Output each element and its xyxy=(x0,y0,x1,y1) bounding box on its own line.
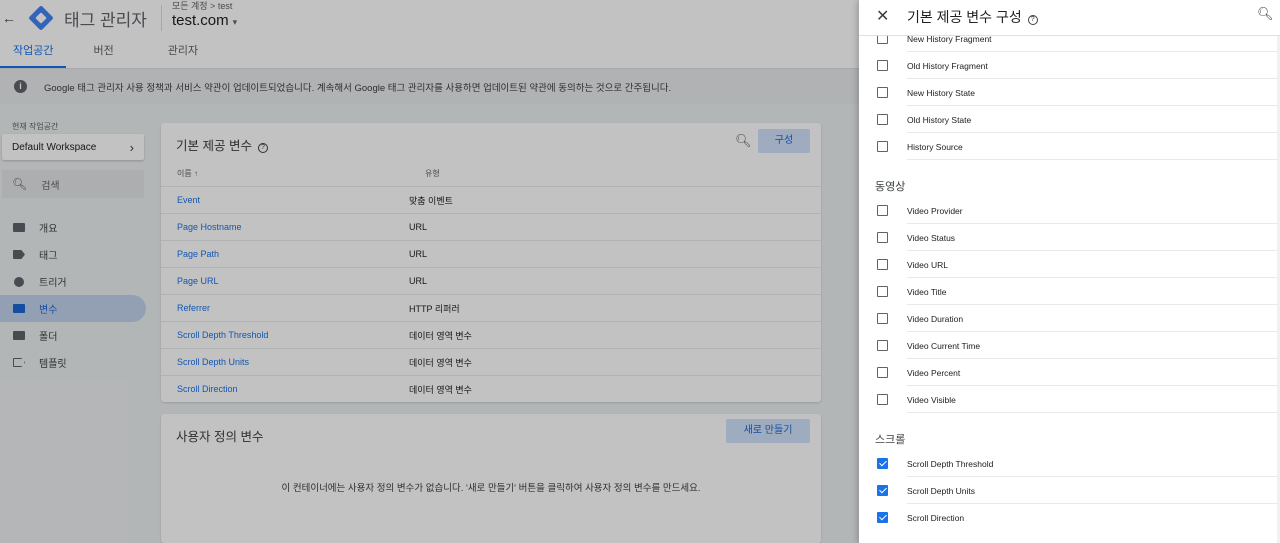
option-label: Video URL xyxy=(907,259,948,270)
variable-option[interactable]: Video Current Time xyxy=(859,332,1280,359)
checkbox[interactable] xyxy=(877,232,888,243)
checkbox[interactable] xyxy=(877,60,888,71)
panel-header: ✕ 기본 제공 변수 구성? 🔍︎ xyxy=(859,0,1280,36)
section-heading-scroll: 스크롤 xyxy=(875,434,906,446)
option-label: Scroll Depth Threshold xyxy=(907,458,994,469)
option-label: Old History State xyxy=(907,114,972,125)
checkbox[interactable] xyxy=(877,114,888,125)
modal-scrim[interactable] xyxy=(0,0,859,543)
variable-option[interactable]: Old History State xyxy=(859,106,1280,133)
variable-option[interactable]: Video Percent xyxy=(859,359,1280,386)
close-icon[interactable]: ✕ xyxy=(876,6,889,26)
variable-option[interactable]: Scroll Direction xyxy=(859,504,1280,531)
option-label: History Source xyxy=(907,141,963,152)
checkbox-checked[interactable] xyxy=(877,512,888,523)
variable-option[interactable]: Video URL xyxy=(859,251,1280,278)
option-label: Video Status xyxy=(907,232,956,243)
variable-option[interactable]: Video Status xyxy=(859,224,1280,251)
variable-option[interactable]: History Source xyxy=(859,133,1280,160)
option-label: Video Provider xyxy=(907,205,963,216)
checkbox-checked[interactable] xyxy=(877,485,888,496)
panel-body: New History Fragment Old History Fragmen… xyxy=(859,25,1280,531)
variable-option[interactable]: Video Provider xyxy=(859,197,1280,224)
checkbox[interactable] xyxy=(877,367,888,378)
checkbox-checked[interactable] xyxy=(877,458,888,469)
variable-option[interactable]: Video Visible xyxy=(859,386,1280,413)
checkbox[interactable] xyxy=(877,259,888,270)
checkbox[interactable] xyxy=(877,313,888,324)
variable-option[interactable]: Scroll Depth Units xyxy=(859,477,1280,504)
variable-option[interactable]: Old History Fragment xyxy=(859,52,1280,79)
checkbox[interactable] xyxy=(877,205,888,216)
checkbox[interactable] xyxy=(877,141,888,152)
option-label: Video Percent xyxy=(907,367,961,378)
option-label: Video Visible xyxy=(907,394,956,405)
option-label: New History State xyxy=(907,87,976,98)
checkbox[interactable] xyxy=(877,87,888,98)
variable-option[interactable]: Video Duration xyxy=(859,305,1280,332)
help-icon[interactable]: ? xyxy=(1027,15,1038,25)
variable-option[interactable]: Scroll Depth Threshold xyxy=(859,450,1280,477)
option-label: Scroll Direction xyxy=(907,512,965,523)
option-label: Video Duration xyxy=(907,313,964,324)
option-label: Video Current Time xyxy=(907,340,981,351)
section-heading-video: 동영상 xyxy=(875,181,906,193)
configure-builtin-panel: ✕ 기본 제공 변수 구성? 🔍︎ New History Fragment O… xyxy=(859,0,1280,543)
variable-option[interactable]: Video Title xyxy=(859,278,1280,305)
search-icon[interactable]: 🔍︎ xyxy=(1257,6,1274,22)
option-label: Video Title xyxy=(907,286,947,297)
option-label: Old History Fragment xyxy=(907,60,988,71)
option-label: Scroll Depth Units xyxy=(907,485,976,496)
panel-title: 기본 제공 변수 구성? xyxy=(907,7,1038,27)
checkbox[interactable] xyxy=(877,394,888,405)
checkbox[interactable] xyxy=(877,340,888,351)
variable-option[interactable]: New History State xyxy=(859,79,1280,106)
checkbox[interactable] xyxy=(877,286,888,297)
